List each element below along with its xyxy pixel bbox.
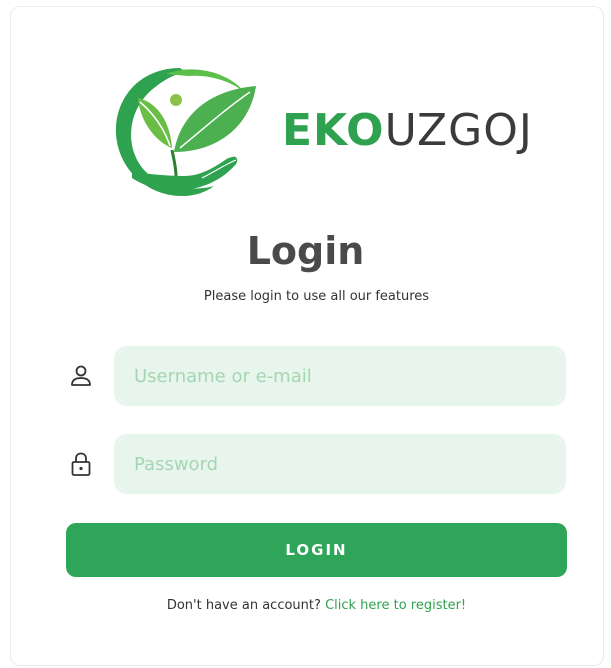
register-prompt: Don't have an account? Click here to reg… (0, 598, 611, 613)
login-button[interactable]: LOGIN (66, 523, 567, 577)
password-input[interactable] (114, 434, 566, 494)
username-input[interactable] (114, 346, 566, 406)
leaf-hand-logo-icon (115, 68, 256, 196)
lock-icon (68, 451, 94, 477)
page-subtitle: Please login to use all our features (203, 289, 430, 304)
user-icon (68, 363, 94, 389)
register-link[interactable]: Click here to register! (325, 598, 466, 613)
brand-name-bold: EKO (282, 105, 385, 156)
page-title: Login (246, 229, 365, 273)
register-prompt-text: Don't have an account? (166, 598, 321, 613)
logo: EKOUZGOJ (110, 64, 533, 204)
brand-name: EKOUZGOJ (282, 105, 533, 156)
brand-name-light: UZGOJ (384, 105, 533, 156)
